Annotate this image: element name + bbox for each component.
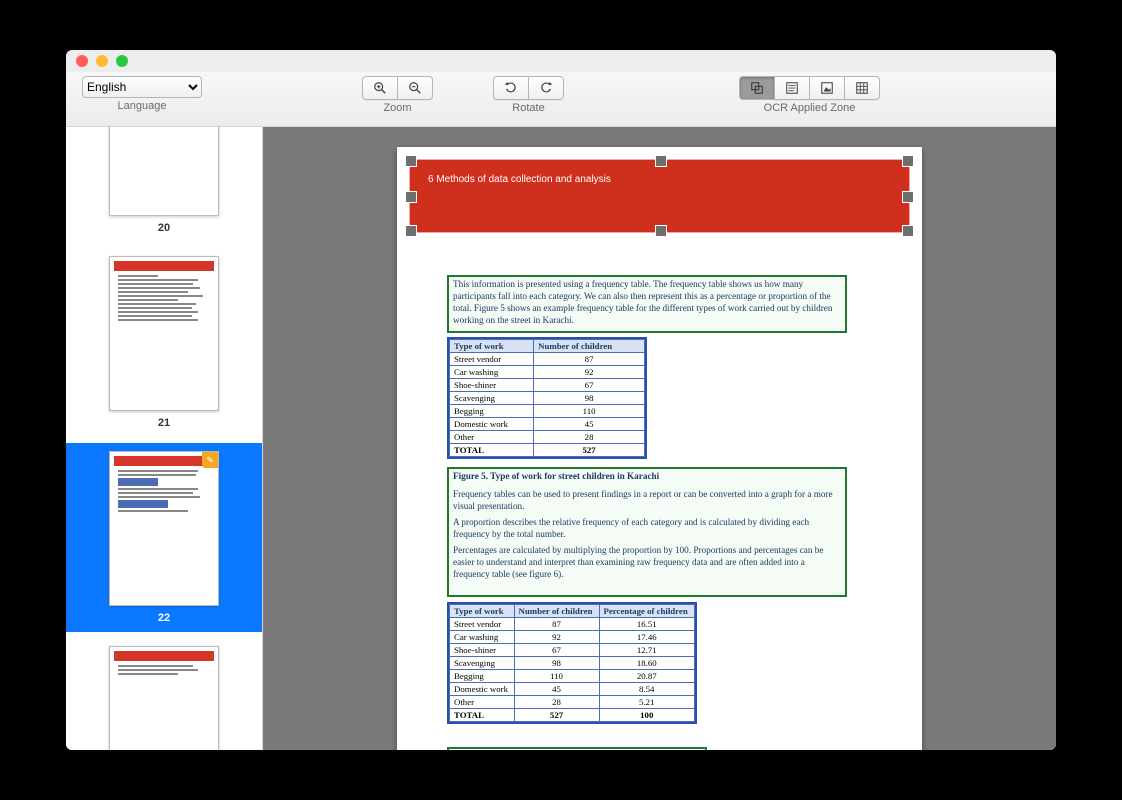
zoom-in-icon	[373, 81, 387, 95]
resize-handle[interactable]	[655, 155, 667, 167]
edit-badge-icon: ✎	[202, 452, 218, 468]
frequency-table-1: Type of workNumber of children Street ve…	[449, 339, 645, 457]
frequency-table-2: Type of workNumber of childrenPercentage…	[449, 604, 695, 722]
zone-text-button[interactable]	[774, 76, 809, 100]
thumbnail-label: 22	[158, 612, 170, 624]
resize-handle[interactable]	[902, 155, 914, 167]
ocr-zone-group: OCR Applied Zone	[739, 76, 880, 114]
rotate-label: Rotate	[512, 102, 544, 114]
resize-handle[interactable]	[655, 225, 667, 237]
resize-handle[interactable]	[902, 191, 914, 203]
thumbnail-21[interactable]: 21	[66, 248, 262, 437]
zoom-out-icon	[408, 81, 422, 95]
table-zone-2[interactable]: Type of workNumber of childrenPercentage…	[447, 602, 697, 724]
document-page[interactable]: 6 Methods of data collection and analysi…	[397, 147, 922, 750]
ocr-zone-label: OCR Applied Zone	[764, 102, 856, 114]
header-zone[interactable]: 6 Methods of data collection and analysi…	[409, 159, 910, 233]
text-zone-fig6[interactable]: Figure 6. Types of work for street child…	[447, 747, 707, 750]
zone-selection-button[interactable]	[739, 76, 774, 100]
zoom-out-button[interactable]	[397, 76, 433, 100]
canvas-area[interactable]: 6 Methods of data collection and analysi…	[263, 127, 1056, 750]
app-window: English Language Zoom	[66, 50, 1056, 750]
language-group: English Language	[82, 76, 202, 112]
selection-icon	[750, 81, 764, 95]
minimize-button[interactable]	[96, 55, 108, 67]
text-zone-1[interactable]: This information is presented using a fr…	[447, 275, 847, 333]
table-zone-1[interactable]: Type of workNumber of children Street ve…	[447, 337, 647, 459]
table-zone-icon	[855, 81, 869, 95]
rotate-group: Rotate	[493, 76, 564, 114]
zoom-group: Zoom	[362, 76, 433, 114]
zone-image-button[interactable]	[809, 76, 844, 100]
thumbnail-22[interactable]: ✎ 22	[66, 443, 262, 632]
thumbnail-label: 20	[158, 222, 170, 234]
thumbnail-20[interactable]: 20	[66, 127, 262, 242]
language-label: Language	[118, 100, 167, 112]
rotate-ccw-icon	[504, 81, 518, 95]
rotate-ccw-button[interactable]	[493, 76, 528, 100]
rotate-cw-icon	[539, 81, 553, 95]
image-zone-icon	[820, 81, 834, 95]
toolbar: English Language Zoom	[66, 72, 1056, 127]
language-select[interactable]: English	[82, 76, 202, 98]
rotate-cw-button[interactable]	[528, 76, 564, 100]
zoom-in-button[interactable]	[362, 76, 397, 100]
titlebar	[66, 50, 1056, 72]
zone-table-button[interactable]	[844, 76, 880, 100]
resize-handle[interactable]	[405, 191, 417, 203]
resize-handle[interactable]	[405, 155, 417, 167]
thumbnail-label: 21	[158, 417, 170, 429]
maximize-button[interactable]	[116, 55, 128, 67]
resize-handle[interactable]	[405, 225, 417, 237]
thumbnail-sidebar[interactable]: 20 21 ✎ 22	[66, 127, 263, 750]
thumbnail-23[interactable]	[66, 638, 262, 750]
zoom-label: Zoom	[383, 102, 411, 114]
text-zone-icon	[785, 81, 799, 95]
text-zone-2[interactable]: Figure 5. Type of work for street childr…	[447, 467, 847, 597]
close-button[interactable]	[76, 55, 88, 67]
resize-handle[interactable]	[902, 225, 914, 237]
